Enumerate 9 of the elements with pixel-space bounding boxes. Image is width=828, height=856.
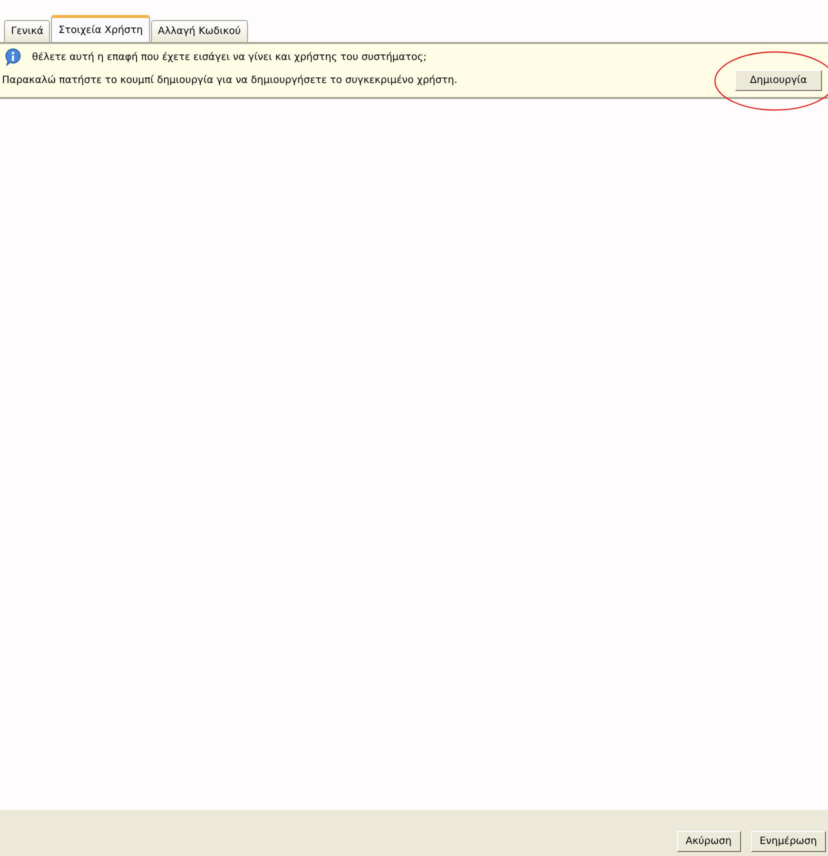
tab[interactable]: Αλλαγή Κωδικού: [150, 20, 248, 42]
tab[interactable]: Στοιχεία Χρήστη: [51, 15, 150, 42]
tab[interactable]: Γενικά: [4, 20, 50, 42]
info-icon: [4, 48, 22, 66]
footer-button[interactable]: Ακύρωση: [676, 831, 741, 852]
create-button[interactable]: Δημιουργία: [734, 70, 822, 91]
notice-question: θέλετε αυτή η επαφή που έχετε εισάγει να γίνει και χρήστης του συστήματος;: [32, 52, 427, 62]
notice-instruction: Παρακαλώ πατήστε το κουμπί δημιουργία για να δημιουργήσετε το συγκεκριμένο χρήστη.: [2, 75, 458, 86]
footer-button[interactable]: Ενημέρωση: [750, 831, 826, 852]
